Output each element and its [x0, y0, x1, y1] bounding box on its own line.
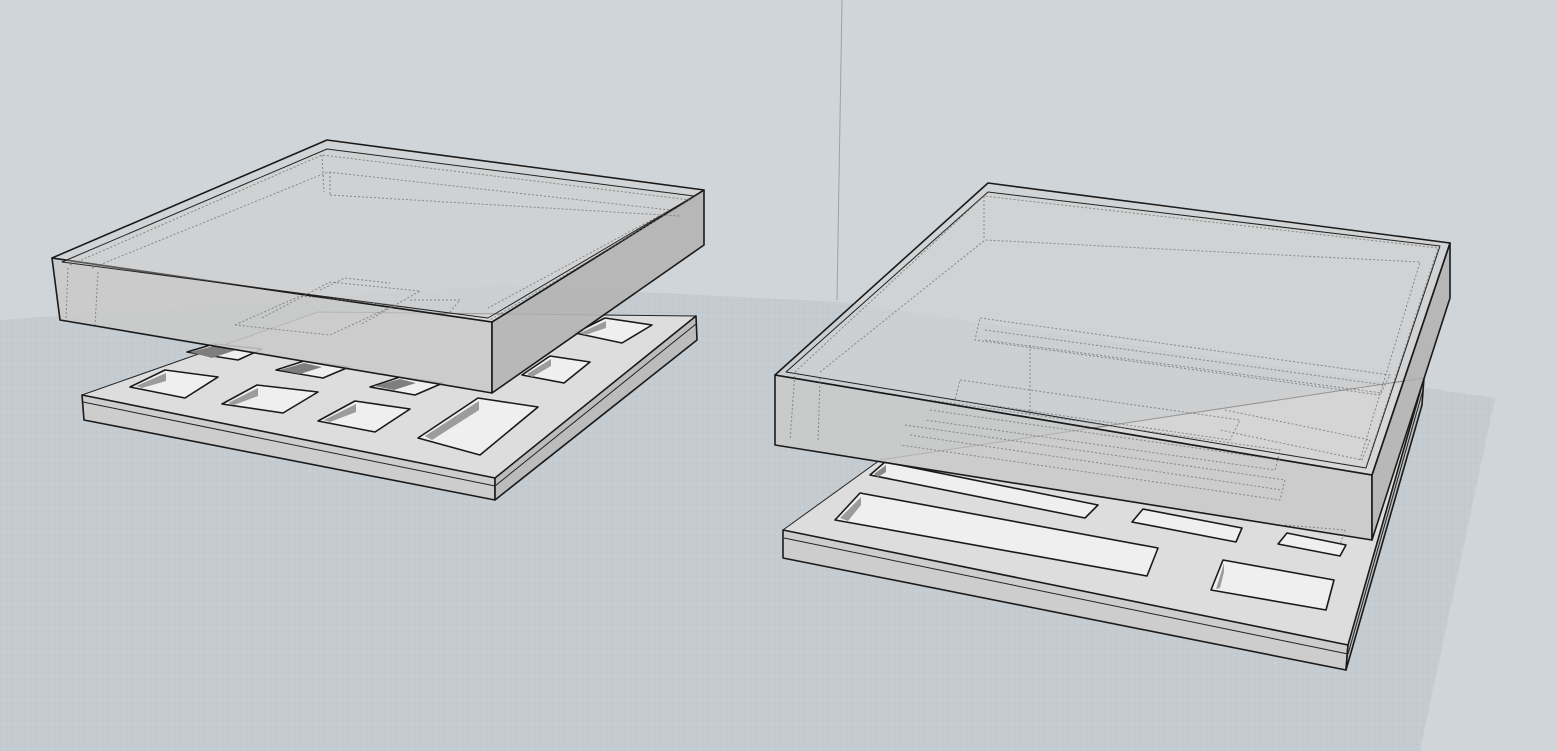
scene-canvas[interactable] — [0, 0, 1557, 751]
3d-viewport[interactable] — [0, 0, 1557, 751]
vertical-axis-line — [836, 0, 843, 301]
